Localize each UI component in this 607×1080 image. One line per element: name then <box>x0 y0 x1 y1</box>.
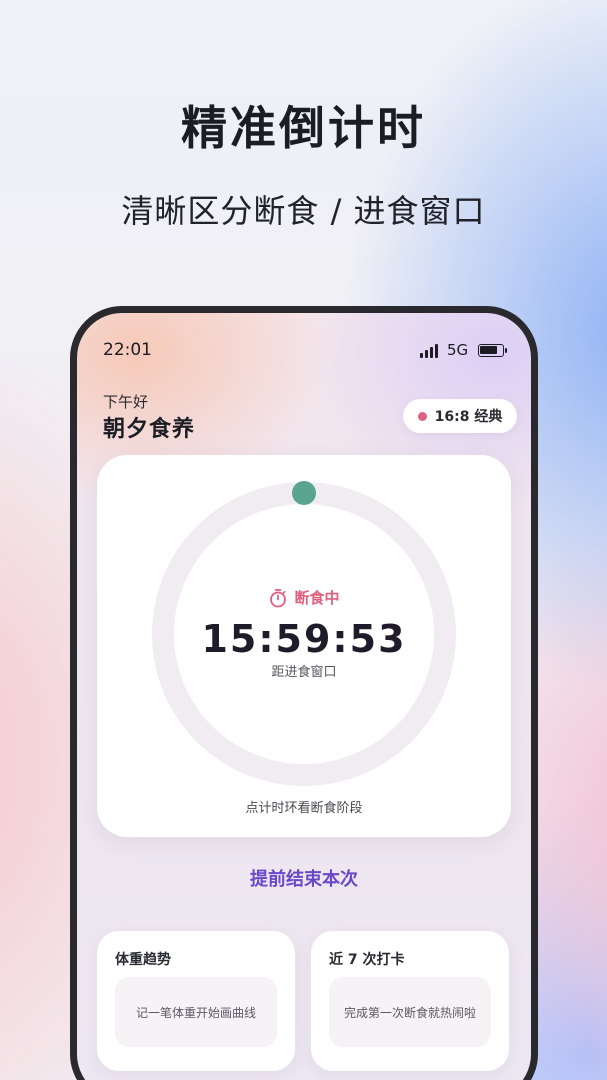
signal-bars-icon <box>420 344 440 358</box>
promo-subline: 清晰区分断食 / 进食窗口 <box>121 192 486 230</box>
phone-frame: 22:01 5G 下午好 朝夕食养 16:8 经典 断食中 15:59:53 距… <box>70 306 538 1080</box>
weight-empty-state: 记一笔体重开始画曲线 <box>115 977 277 1047</box>
countdown-display: 15:59:53 <box>201 617 407 661</box>
countdown-caption: 距进食窗口 <box>271 665 337 680</box>
checkin-card[interactable]: 近 7 次打卡 完成第一次断食就热闹啦 <box>311 931 509 1071</box>
progress-knob <box>292 481 316 505</box>
app-title: 朝夕食养 <box>103 417 196 442</box>
weight-trend-card[interactable]: 体重趋势 记一笔体重开始画曲线 <box>97 931 295 1071</box>
phase-row: 断食中 <box>97 587 511 608</box>
status-dot <box>417 411 427 421</box>
status-time: 22:01 <box>103 340 152 360</box>
timer-card: 断食中 15:59:53 距进食窗口 点计时环看断食阶段 <box>97 455 511 837</box>
status-bar: 22:01 5G <box>77 313 531 373</box>
greeting: 下午好 <box>103 393 149 411</box>
checkin-empty-state: 完成第一次断食就热闹啦 <box>329 977 491 1047</box>
promo-headline: 精准倒计时 <box>181 101 426 155</box>
network-label: 5G <box>447 341 469 359</box>
ring-hint: 点计时环看断食阶段 <box>245 801 363 816</box>
weight-trend-title: 体重趋势 <box>115 952 171 968</box>
stopwatch-icon <box>270 588 287 607</box>
checkin-title: 近 7 次打卡 <box>329 952 405 968</box>
phase-label: 断食中 <box>294 589 340 607</box>
end-early-button[interactable]: 提前结束本次 <box>204 863 404 897</box>
plan-chip[interactable]: 16:8 经典 <box>403 399 517 433</box>
battery-icon <box>478 344 507 357</box>
plan-label: 16:8 经典 <box>434 409 503 425</box>
